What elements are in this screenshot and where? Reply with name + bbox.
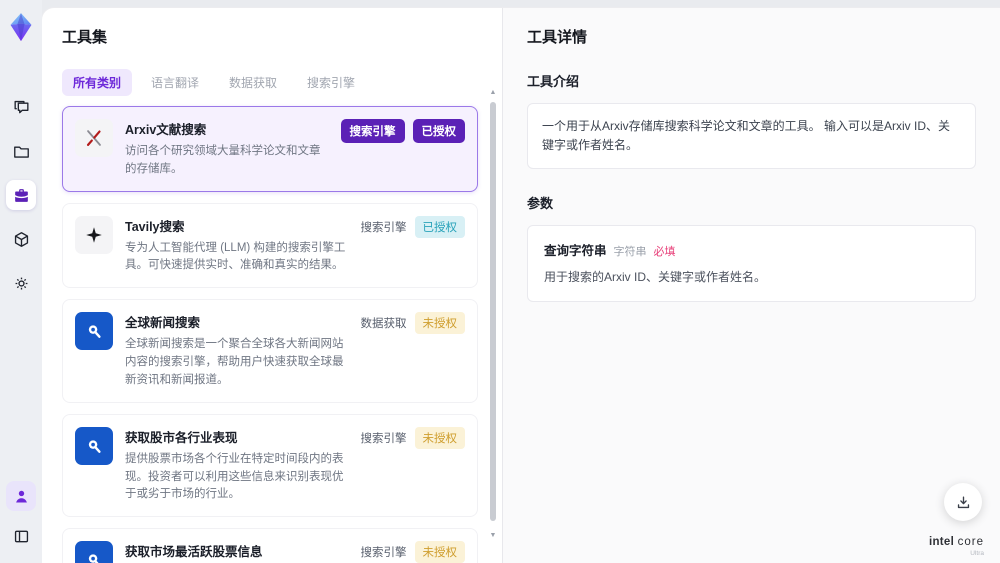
tab-search-engine[interactable]: 搜索引擎	[296, 69, 366, 96]
params-heading: 参数	[527, 196, 554, 212]
intro-heading: 工具介绍	[527, 74, 580, 89]
category-label: 搜索引擎	[360, 432, 407, 445]
category-badge: 搜索引擎	[340, 119, 405, 143]
folder-icon[interactable]	[6, 136, 36, 166]
tool-list-panel: 工具集 所有类别 语言翻译 数据获取 搜索引擎 Arxiv文献搜索 访问各个研究…	[42, 8, 502, 563]
tab-data-fetch[interactable]: 数据获取	[218, 69, 288, 96]
download-icon	[957, 496, 969, 508]
category-tabs: 所有类别 语言翻译 数据获取 搜索引擎	[62, 69, 496, 96]
tool-desc: 专为人工智能代理 (LLM) 构建的搜索引擎工具。可快速提供实时、准确和真实的结…	[125, 241, 346, 272]
tool-name: Arxiv文献搜索	[125, 123, 207, 137]
tool-card-most-active-stocks[interactable]: 获取市场最活跃股票信息 提供当天交易量最高的股票列表，投资者可以利用这些信息来识…	[62, 528, 478, 563]
tool-desc: 访问各个研究领域大量科学论文和文章的存储库。	[125, 145, 321, 175]
category-label: 数据获取	[360, 318, 407, 331]
detail-title: 工具详情	[527, 29, 588, 46]
tool-list: Arxiv文献搜索 访问各个研究领域大量科学论文和文章的存储库。 搜索引擎 已授…	[62, 106, 496, 563]
category-label: 搜索引擎	[360, 221, 407, 234]
tool-card-arxiv[interactable]: Arxiv文献搜索 访问各个研究领域大量科学论文和文章的存储库。 搜索引擎 已授…	[62, 106, 478, 192]
arxiv-logo-icon	[75, 119, 113, 157]
brand-sub: Ultra	[970, 549, 984, 557]
main-surface: 工具集 所有类别 语言翻译 数据获取 搜索引擎 Arxiv文献搜索 访问各个研究…	[42, 8, 1000, 563]
list-scrollbar[interactable]: ▲ ▼	[488, 88, 498, 555]
download-button[interactable]	[944, 483, 982, 521]
user-icon[interactable]	[6, 481, 36, 511]
tool-desc: 全球新闻搜索是一个聚合全球各大新闻网站内容的搜索引擎，帮助用户快速获取全球最新资…	[125, 338, 344, 386]
tool-card-global-news[interactable]: 全球新闻搜索 全球新闻搜索是一个聚合全球各大新闻网站内容的搜索引擎，帮助用户快速…	[62, 299, 478, 403]
intel-core-logo: intel core Ultra	[929, 536, 984, 557]
panel-toggle-icon[interactable]	[6, 521, 36, 551]
chat-icon[interactable]	[6, 92, 36, 122]
brand-intel: intel	[928, 536, 955, 549]
auth-badge: 已授权	[412, 119, 465, 143]
auth-badge: 未授权	[414, 312, 465, 335]
tool-card-tavily[interactable]: Tavily搜索 专为人工智能代理 (LLM) 构建的搜索引擎工具。可快速提供实…	[62, 202, 478, 289]
tavily-star-icon	[75, 215, 113, 254]
app-logo[interactable]	[7, 12, 35, 42]
auth-badge: 未授权	[414, 541, 465, 563]
param-desc: 用于搜索的Arxiv ID、关键字或作者姓名。	[544, 270, 767, 285]
left-rail	[0, 0, 42, 563]
brand-core: core	[957, 536, 984, 549]
tab-language-translation[interactable]: 语言翻译	[140, 69, 210, 96]
gear-icon[interactable]	[6, 268, 36, 298]
param-card: 查询字符串 字符串 必填 用于搜索的Arxiv ID、关键字或作者姓名。	[527, 225, 976, 303]
tool-name: 全球新闻搜索	[125, 316, 201, 331]
search-tool-icon	[75, 312, 113, 351]
cube-icon[interactable]	[6, 224, 36, 254]
scroll-up-icon[interactable]: ▲	[488, 88, 498, 98]
tool-name: Tavily搜索	[125, 219, 185, 234]
toolbox-icon[interactable]	[6, 180, 36, 210]
tool-desc: 提供股票市场各个行业在特定时间段内的表现。投资者可以利用这些信息来识别表现优于或…	[125, 452, 344, 501]
auth-badge: 已授权	[414, 215, 465, 238]
tool-name: 获取市场最活跃股票信息	[125, 545, 263, 560]
param-type: 字符串	[613, 246, 647, 259]
tab-all-categories[interactable]: 所有类别	[62, 69, 133, 96]
search-tool-icon	[75, 426, 113, 465]
search-tool-icon	[75, 541, 113, 563]
auth-badge: 未授权	[414, 426, 465, 449]
param-name: 查询字符串	[544, 244, 607, 259]
tool-intro-text: 一个用于从Arxiv存储库搜索科学论文和文章的工具。 输入可以是Arxiv ID…	[527, 103, 976, 170]
category-label: 搜索引擎	[360, 547, 407, 560]
tool-detail-panel: 工具详情 工具介绍 一个用于从Arxiv存储库搜索科学论文和文章的工具。 输入可…	[502, 8, 1000, 563]
page-title: 工具集	[62, 29, 108, 46]
param-required-flag: 必填	[653, 246, 676, 259]
scrollbar-thumb[interactable]	[490, 102, 496, 521]
tool-name: 获取股市各行业表现	[125, 430, 238, 445]
tool-card-sector-performance[interactable]: 获取股市各行业表现 提供股票市场各个行业在特定时间段内的表现。投资者可以利用这些…	[62, 413, 478, 518]
scroll-down-icon[interactable]: ▼	[488, 531, 498, 541]
